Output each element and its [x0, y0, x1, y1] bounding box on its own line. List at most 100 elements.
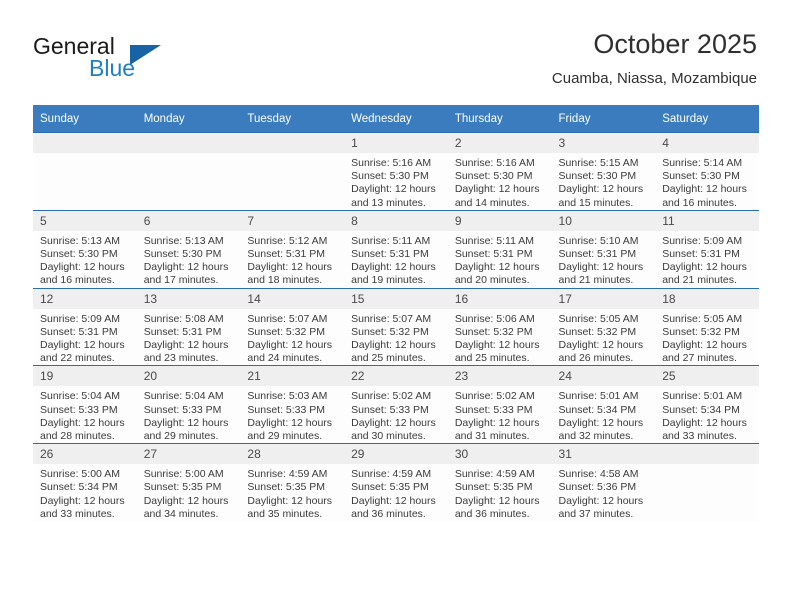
- day-detail-line: Sunrise: 5:14 AM: [662, 157, 743, 169]
- day-detail-line: Sunset: 5:30 PM: [40, 248, 118, 261]
- day-detail-line: Daylight: 12 hours: [143, 494, 229, 507]
- calendar-day-cell[interactable]: 12 Sunrise: 5:09 AM Sunset: 5:31 PM Dayligh…: [33, 287, 137, 366]
- day-details: Sunrise: 4:59 AM Sunset: 5:35 PM Daylight:…: [344, 464, 448, 521]
- day-number: 5: [33, 210, 137, 231]
- day-detail-line: Daylight: 12 hours: [558, 494, 644, 507]
- weekday-header-tuesday: Tuesday: [240, 105, 345, 133]
- calendar-day-cell[interactable]: 18 Sunrise: 5:05 AM Sunset: 5:32 PM Dayligh…: [655, 287, 759, 366]
- day-detail-line: Sunset: 5:31 PM: [40, 325, 118, 338]
- day-detail-line: and 29 minutes.: [143, 430, 219, 443]
- day-number: [136, 133, 241, 153]
- day-detail-line: and 33 minutes.: [662, 430, 737, 443]
- calendar-week-row: 1 Sunrise: 5:16 AM Sunset: 5:30 PM Daylight…: [33, 132, 759, 211]
- day-detail-line: and 14 minutes.: [454, 196, 530, 209]
- day-detail-line: Sunrise: 5:13 AM: [143, 234, 224, 247]
- calendar-day-cell[interactable]: 8 Sunrise: 5:11 AM Sunset: 5:31 PM Daylight…: [344, 209, 448, 289]
- calendar-day-cell[interactable]: 26 Sunrise: 5:00 AM Sunset: 5:34 PM Dayligh…: [33, 443, 137, 522]
- day-number: 11: [655, 210, 759, 231]
- day-detail-line: Sunset: 5:31 PM: [247, 248, 326, 261]
- day-detail-line: Daylight: 12 hours: [247, 494, 333, 507]
- calendar-day-cell[interactable]: 14 Sunrise: 5:07 AM Sunset: 5:32 PM Dayligh…: [240, 287, 345, 366]
- calendar-day-cell[interactable]: 21 Sunrise: 5:03 AM Sunset: 5:33 PM Dayligh…: [240, 365, 345, 444]
- day-detail-line: and 36 minutes.: [454, 507, 530, 520]
- day-number: 19: [33, 366, 137, 387]
- day-number: 26: [33, 444, 137, 465]
- day-detail-line: Sunrise: 4:59 AM: [351, 468, 432, 481]
- day-detail-line: Sunset: 5:30 PM: [558, 170, 637, 183]
- calendar-day-cell[interactable]: 29 Sunrise: 4:59 AM Sunset: 5:35 PM Dayligh…: [344, 443, 448, 522]
- calendar-day-cell[interactable]: 10 Sunrise: 5:10 AM Sunset: 5:31 PM Dayligh…: [551, 209, 656, 289]
- calendar-day-cell[interactable]: 3 Sunrise: 5:15 AM Sunset: 5:30 PM Daylight…: [551, 132, 656, 211]
- day-detail-line: Daylight: 12 hours: [558, 416, 644, 429]
- day-number: 13: [136, 288, 241, 309]
- calendar-day-cell[interactable]: 20 Sunrise: 5:04 AM Sunset: 5:33 PM Dayligh…: [136, 365, 241, 444]
- day-number: 31: [551, 444, 656, 465]
- day-detail-line: Sunset: 5:32 PM: [247, 325, 326, 338]
- title-block: October 2025 Cuamba, Niassa, Mozambique: [552, 28, 757, 88]
- calendar-day-cell[interactable]: 9 Sunrise: 5:11 AM Sunset: 5:31 PM Daylight…: [447, 209, 552, 289]
- day-detail-line: Daylight: 12 hours: [143, 416, 229, 429]
- day-detail-line: Sunrise: 5:01 AM: [662, 390, 743, 403]
- day-detail-line: Daylight: 12 hours: [143, 261, 229, 274]
- day-detail-line: Sunrise: 5:05 AM: [558, 312, 639, 325]
- calendar-day-cell-empty: [655, 443, 759, 522]
- day-detail-line: Daylight: 12 hours: [143, 339, 229, 352]
- day-details: Sunrise: 5:11 AM Sunset: 5:31 PM Daylight:…: [448, 231, 552, 288]
- day-number: 17: [551, 288, 656, 309]
- calendar-week-row: 12 Sunrise: 5:09 AM Sunset: 5:31 PM Dayligh…: [33, 287, 759, 366]
- calendar-day-cell[interactable]: 15 Sunrise: 5:07 AM Sunset: 5:32 PM Dayligh…: [344, 287, 448, 366]
- day-details: Sunrise: 5:09 AM Sunset: 5:31 PM Daylight:…: [655, 231, 759, 288]
- calendar-day-cell[interactable]: 30 Sunrise: 4:59 AM Sunset: 5:35 PM Dayligh…: [447, 443, 552, 522]
- day-detail-line: Sunrise: 5:04 AM: [143, 390, 224, 403]
- day-detail-line: Sunset: 5:35 PM: [454, 481, 533, 494]
- calendar-day-cell[interactable]: 7 Sunrise: 5:12 AM Sunset: 5:31 PM Daylight…: [240, 209, 345, 289]
- calendar-day-cell[interactable]: 19 Sunrise: 5:04 AM Sunset: 5:33 PM Dayligh…: [33, 365, 137, 444]
- day-detail-line: Sunset: 5:32 PM: [662, 325, 740, 338]
- calendar-day-cell[interactable]: 13 Sunrise: 5:08 AM Sunset: 5:31 PM Dayligh…: [136, 287, 241, 366]
- weekday-header-wednesday: Wednesday: [344, 105, 448, 133]
- day-detail-line: and 18 minutes.: [247, 274, 323, 287]
- logo-text-blue: Blue: [89, 55, 136, 81]
- day-number: 4: [655, 133, 759, 153]
- calendar-day-cell[interactable]: 1 Sunrise: 5:16 AM Sunset: 5:30 PM Daylight…: [344, 132, 448, 211]
- calendar-week-row: 19 Sunrise: 5:04 AM Sunset: 5:33 PM Dayligh…: [33, 365, 759, 444]
- day-detail-line: Sunrise: 4:59 AM: [454, 468, 535, 481]
- day-detail-line: and 28 minutes.: [40, 430, 115, 443]
- calendar-day-cell[interactable]: 2 Sunrise: 5:16 AM Sunset: 5:30 PM Daylight…: [447, 132, 552, 211]
- calendar-day-cell[interactable]: 27 Sunrise: 5:00 AM Sunset: 5:35 PM Dayligh…: [136, 443, 241, 522]
- calendar-day-cell[interactable]: 16 Sunrise: 5:06 AM Sunset: 5:32 PM Dayligh…: [447, 287, 552, 366]
- day-details: Sunrise: 5:04 AM Sunset: 5:33 PM Daylight:…: [137, 386, 241, 443]
- day-detail-line: Sunset: 5:34 PM: [662, 403, 740, 416]
- day-number: 1: [344, 133, 448, 153]
- day-detail-line: Sunrise: 5:13 AM: [40, 234, 120, 247]
- day-detail-line: and 17 minutes.: [143, 274, 219, 287]
- calendar-day-cell[interactable]: 25 Sunrise: 5:01 AM Sunset: 5:34 PM Dayligh…: [655, 365, 759, 444]
- day-detail-line: and 24 minutes.: [247, 352, 323, 365]
- day-details: Sunrise: 5:01 AM Sunset: 5:34 PM Daylight:…: [655, 386, 759, 443]
- day-detail-line: Daylight: 12 hours: [454, 183, 540, 196]
- day-detail-line: and 15 minutes.: [558, 196, 634, 209]
- day-details: Sunrise: 5:15 AM Sunset: 5:30 PM Daylight:…: [552, 153, 656, 210]
- day-detail-line: Sunrise: 5:03 AM: [247, 390, 328, 403]
- day-detail-line: Sunrise: 5:02 AM: [351, 390, 432, 403]
- day-detail-line: Sunrise: 5:12 AM: [247, 234, 328, 247]
- calendar-day-cell[interactable]: 23 Sunrise: 5:02 AM Sunset: 5:33 PM Dayligh…: [447, 365, 552, 444]
- day-number: 14: [240, 288, 345, 309]
- day-detail-line: and 26 minutes.: [558, 352, 634, 365]
- day-detail-line: Daylight: 12 hours: [558, 183, 644, 196]
- day-detail-line: Daylight: 12 hours: [247, 416, 333, 429]
- day-detail-line: Sunset: 5:31 PM: [454, 248, 533, 261]
- calendar-day-cell[interactable]: 17 Sunrise: 5:05 AM Sunset: 5:32 PM Dayligh…: [551, 287, 656, 366]
- day-detail-line: Sunrise: 5:01 AM: [558, 390, 639, 403]
- day-detail-line: Daylight: 12 hours: [247, 261, 333, 274]
- calendar-day-cell[interactable]: 24 Sunrise: 5:01 AM Sunset: 5:34 PM Dayligh…: [551, 365, 656, 444]
- calendar-day-cell[interactable]: 22 Sunrise: 5:02 AM Sunset: 5:33 PM Dayligh…: [344, 365, 448, 444]
- day-detail-line: and 27 minutes.: [662, 352, 737, 365]
- calendar-day-cell[interactable]: 28 Sunrise: 4:59 AM Sunset: 5:35 PM Dayligh…: [240, 443, 345, 522]
- calendar-day-cell[interactable]: 11 Sunrise: 5:09 AM Sunset: 5:31 PM Dayligh…: [655, 209, 759, 289]
- calendar-day-cell[interactable]: 5 Sunrise: 5:13 AM Sunset: 5:30 PM Daylight…: [33, 209, 137, 289]
- calendar-day-cell[interactable]: 4 Sunrise: 5:14 AM Sunset: 5:30 PM Daylight…: [655, 132, 759, 211]
- day-details: Sunrise: 5:02 AM Sunset: 5:33 PM Daylight:…: [344, 386, 448, 443]
- calendar-day-cell[interactable]: 31 Sunrise: 4:58 AM Sunset: 5:36 PM Dayligh…: [551, 443, 656, 522]
- calendar-day-cell[interactable]: 6 Sunrise: 5:13 AM Sunset: 5:30 PM Daylight…: [136, 209, 241, 289]
